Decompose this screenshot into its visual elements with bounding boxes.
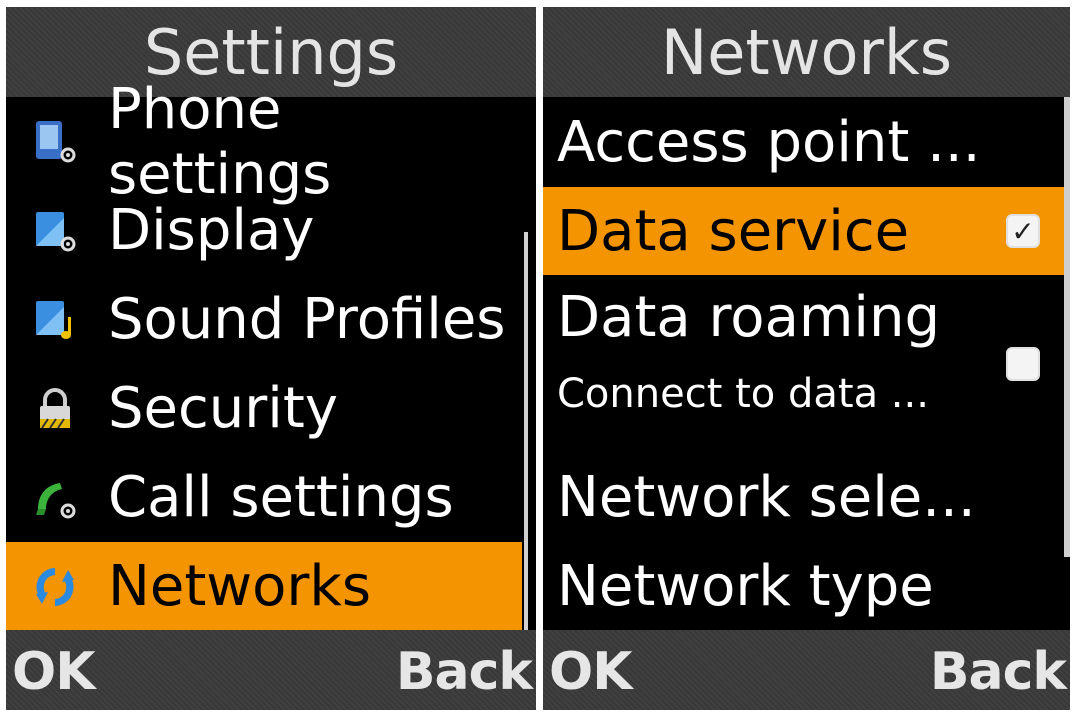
menu-item-label: Networks (108, 554, 371, 619)
menu-item-call-settings[interactable]: Call settings (6, 453, 522, 542)
settings-menu-list: Phone settings Display Sound Profiles Se… (6, 77, 536, 631)
menu-item-label: Data roaming (557, 285, 941, 350)
lock-icon (40, 388, 70, 429)
menu-item-access-point[interactable]: Access point ... (543, 97, 1070, 187)
menu-item-label: Network sele... (557, 465, 976, 530)
networks-menu-list: Access point ... Data service ✓ Data roa… (543, 97, 1070, 630)
menu-item-label: Data service (557, 198, 910, 264)
ok-softkey[interactable]: OK (12, 642, 95, 702)
menu-item-label: Call settings (108, 465, 454, 530)
menu-item-networks[interactable]: Networks (6, 542, 522, 631)
menu-item-security[interactable]: Security (6, 364, 522, 453)
sound-profiles-icon (36, 301, 71, 339)
menu-item-display[interactable]: Display (6, 186, 522, 275)
call-settings-icon (36, 483, 76, 519)
data-service-checkbox[interactable]: ✓ (1006, 214, 1040, 248)
phone-settings-icon (36, 121, 76, 163)
menu-item-label: Access point ... (557, 109, 981, 175)
softkey-bar: OK Back (543, 630, 1070, 710)
menu-item-label: Security (108, 376, 338, 441)
networks-screen: Networks Access point ... Data service ✓… (543, 7, 1070, 710)
menu-item-data-service[interactable]: Data service ✓ (543, 187, 1070, 275)
ok-softkey[interactable]: OK (549, 642, 632, 702)
check-icon: ✓ (1011, 214, 1035, 248)
menu-item-data-roaming[interactable]: Data roaming Connect to data ... (543, 275, 1070, 453)
menu-item-label: Network type (557, 554, 934, 619)
networks-title-bar: Networks (543, 7, 1070, 97)
menu-item-phone-settings[interactable]: Phone settings (6, 77, 522, 207)
back-softkey[interactable]: Back (930, 642, 1067, 702)
menu-item-sublabel: Connect to data ... (557, 371, 929, 417)
networks-icon (36, 568, 74, 606)
scrollbar[interactable] (524, 232, 528, 635)
menu-item-network-type[interactable]: Network type (543, 542, 1070, 631)
back-softkey[interactable]: Back (396, 642, 533, 702)
menu-item-network-selection[interactable]: Network sele... (543, 453, 1070, 542)
networks-title: Networks (660, 15, 953, 89)
settings-screen: Settings Phone settings Display Sound Pr… (6, 7, 536, 710)
menu-item-label: Sound Profiles (108, 287, 506, 352)
scrollbar[interactable] (1064, 97, 1070, 557)
softkey-bar: OK Back (6, 630, 536, 710)
data-roaming-checkbox[interactable] (1006, 347, 1040, 381)
display-settings-icon (36, 212, 76, 252)
menu-item-sound-profiles[interactable]: Sound Profiles (6, 275, 522, 364)
menu-item-label: Display (108, 198, 315, 263)
